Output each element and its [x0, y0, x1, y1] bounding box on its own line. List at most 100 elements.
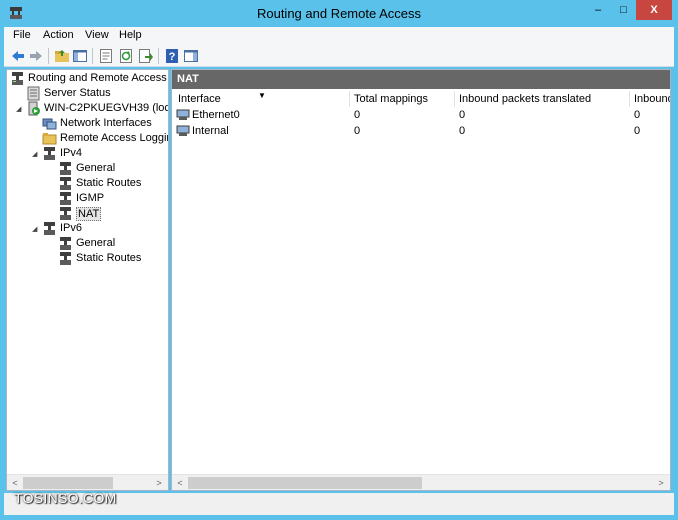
scrollbar-thumb[interactable]	[23, 477, 113, 489]
svg-text:?: ?	[169, 51, 176, 63]
ip-routing-icon	[44, 147, 55, 160]
tree-item-ipv6-static-routes[interactable]: Static Routes	[58, 251, 168, 266]
details-horizontal-scrollbar[interactable]: < >	[172, 474, 670, 490]
scroll-right-icon[interactable]: >	[153, 477, 165, 489]
tree-item-nat[interactable]: NAT	[58, 206, 168, 221]
close-button[interactable]: X	[636, 0, 672, 20]
minimize-button[interactable]: –	[585, 0, 611, 20]
collapse-ipv4-icon[interactable]: ◢	[32, 150, 37, 158]
column-label: Interface	[178, 93, 221, 105]
tree-label: General	[76, 237, 116, 249]
tree-label: WIN-C2PKUEGVH39 (local)	[44, 102, 169, 114]
watermark-text: TOSINSO.COM	[14, 490, 117, 506]
menu-help[interactable]: Help	[119, 29, 142, 41]
window-title: Routing and Remote Access	[256, 6, 422, 21]
tree-item-ipv6[interactable]: IPv6	[42, 221, 168, 236]
network-interfaces-icon	[42, 118, 57, 130]
table-row[interactable]: Ethernet0 0 0 0	[172, 108, 670, 124]
tree-item-routing-and-remote-access[interactable]: Routing and Remote Access	[10, 71, 168, 86]
tree-item-ipv6-general[interactable]: General	[58, 236, 168, 251]
cell-inbound-packets: 0	[459, 109, 466, 121]
column-label: Total mappings	[354, 93, 428, 105]
ip-routing-icon	[60, 252, 71, 265]
back-icon[interactable]	[10, 48, 26, 64]
tree-label: Static Routes	[76, 252, 142, 264]
tree-label: General	[76, 162, 116, 174]
tree-item-ipv4-static-routes[interactable]: Static Routes	[58, 176, 168, 191]
tree-horizontal-scrollbar[interactable]: < >	[7, 474, 168, 490]
toolbar-separator	[158, 48, 159, 64]
folder-icon	[42, 133, 57, 145]
menu-file[interactable]: File	[13, 29, 31, 41]
network-interface-icon	[176, 125, 190, 136]
column-header-total-mappings[interactable]: Total mappings	[350, 91, 455, 107]
scroll-right-icon[interactable]: >	[655, 477, 667, 489]
cell-interface: Internal	[192, 125, 229, 137]
collapse-server-icon[interactable]: ◢	[16, 105, 21, 113]
title-bar: Routing and Remote Access – □ X	[0, 0, 678, 27]
cell-total-mappings: 0	[354, 125, 361, 137]
tree-label: IPv4	[60, 147, 83, 159]
column-header-interface[interactable]: Interface ▼	[174, 91, 350, 107]
console-tree: Routing and Remote Access Server Status …	[6, 69, 169, 491]
details-header: NAT	[172, 70, 670, 89]
tree-item-igmp[interactable]: IGMP	[58, 191, 168, 206]
ip-routing-icon	[60, 177, 71, 190]
tree-label: IPv6	[60, 222, 83, 234]
scroll-left-icon[interactable]: <	[174, 477, 186, 489]
column-label: Inbound packets translated	[459, 93, 592, 105]
column-header-inbound-packets-translated[interactable]: Inbound packets translated	[455, 91, 630, 107]
details-pane: NAT Interface ▼ Total mappings Inbound p…	[171, 69, 671, 491]
tree-label: IGMP	[76, 192, 105, 204]
ip-routing-icon	[44, 222, 55, 235]
tree-item-remote-access-logging[interactable]: Remote Access Logging	[42, 131, 168, 146]
tree-label: Server Status	[44, 87, 111, 99]
toolbar-separator	[48, 48, 49, 64]
show-hide-console-tree-icon[interactable]	[72, 48, 88, 64]
scroll-left-icon[interactable]: <	[9, 477, 21, 489]
toolbar-separator	[92, 48, 93, 64]
tree-item-server[interactable]: WIN-C2PKUEGVH39 (local)	[26, 101, 168, 116]
properties-icon[interactable]	[98, 48, 114, 64]
app-window: Routing and Remote Access – □ X File Act…	[0, 0, 678, 520]
collapse-ipv6-icon[interactable]: ◢	[32, 225, 37, 233]
tree-label: Remote Access Logging	[60, 132, 169, 144]
toolbar: ?	[4, 45, 674, 67]
menu-bar: File Action View Help	[4, 27, 674, 45]
server-status-icon	[27, 86, 40, 101]
menu-view[interactable]: View	[85, 29, 109, 41]
column-header-inbound[interactable]: Inbound	[630, 91, 671, 107]
scrollbar-thumb[interactable]	[188, 477, 422, 489]
export-list-icon[interactable]	[138, 48, 154, 64]
tree-label: Network Interfaces	[60, 117, 152, 129]
server-running-icon	[28, 101, 40, 116]
server-tower-icon	[12, 72, 23, 85]
help-icon[interactable]: ?	[164, 48, 180, 64]
maximize-button[interactable]: □	[611, 0, 636, 20]
tree-item-server-status[interactable]: Server Status	[26, 86, 168, 101]
tree-label: Static Routes	[76, 177, 142, 189]
ip-routing-icon	[60, 192, 71, 205]
tree-label: NAT	[76, 207, 102, 221]
cell-inbound: 0	[634, 125, 641, 137]
tree-item-ipv4-general[interactable]: General	[58, 161, 168, 176]
cell-total-mappings: 0	[354, 109, 361, 121]
refresh-icon[interactable]	[118, 48, 134, 64]
sort-arrow-icon: ▼	[258, 91, 266, 100]
ip-routing-icon	[60, 237, 71, 250]
ip-routing-icon	[60, 207, 71, 220]
show-action-pane-icon[interactable]	[183, 48, 199, 64]
ip-routing-icon	[60, 162, 71, 175]
menu-action[interactable]: Action	[43, 29, 74, 41]
up-folder-icon[interactable]	[54, 48, 70, 64]
cell-interface: Ethernet0	[192, 109, 240, 121]
forward-icon[interactable]	[28, 48, 44, 64]
tree-item-ipv4[interactable]: IPv4	[42, 146, 168, 161]
table-row[interactable]: Internal 0 0 0	[172, 124, 670, 140]
tree-label: Routing and Remote Access	[28, 72, 167, 84]
column-label: Inbound	[634, 93, 671, 105]
cell-inbound-packets: 0	[459, 125, 466, 137]
tree-item-network-interfaces[interactable]: Network Interfaces	[42, 116, 168, 131]
cell-inbound: 0	[634, 109, 641, 121]
network-interface-icon	[176, 109, 190, 120]
